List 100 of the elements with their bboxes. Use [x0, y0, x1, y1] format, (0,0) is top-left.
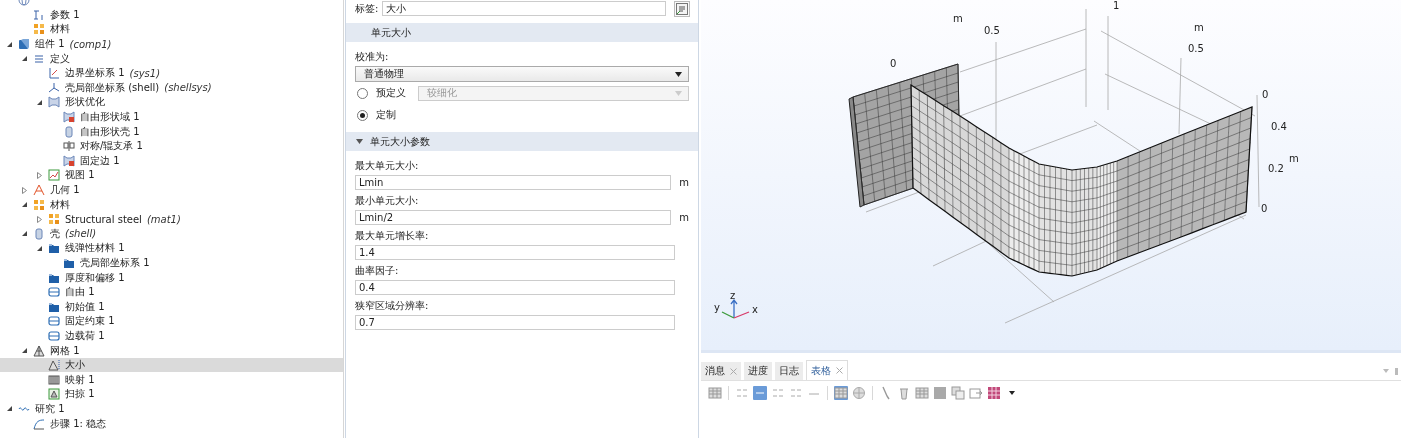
tree-item[interactable]: 自由 1: [0, 284, 343, 300]
close-icon[interactable]: [730, 367, 737, 375]
table-icon[interactable]: [915, 386, 929, 400]
tree-label: 扫掠 1: [65, 387, 95, 402]
tree-item[interactable]: 自由形状域 1: [0, 109, 343, 125]
tree-label: 初始值 1: [65, 299, 105, 314]
tree-item[interactable]: 形状优化: [0, 95, 343, 110]
tree-item[interactable]: 固定约束 1: [0, 314, 343, 329]
notes-button[interactable]: [674, 0, 690, 17]
panel-tab[interactable]: 进度: [744, 362, 772, 380]
tree-item[interactable]: 大小: [0, 357, 343, 373]
number-format-icon[interactable]: [753, 386, 767, 400]
export-icon[interactable]: [969, 386, 983, 400]
expanded-arrow-icon[interactable]: [21, 230, 28, 238]
expanded-arrow-icon[interactable]: [21, 201, 28, 209]
section-header[interactable]: 单元大小: [346, 23, 698, 42]
step-icon: [33, 417, 45, 430]
grid-icon[interactable]: [987, 386, 1001, 400]
tree-item[interactable]: 研究 1: [0, 401, 343, 417]
unit-label: m: [679, 177, 689, 188]
square-icon[interactable]: [933, 386, 947, 400]
tree-label: 固定约束 1: [65, 314, 115, 329]
tree-item[interactable]: 厚度和偏移 1: [0, 270, 343, 285]
tree-item[interactable]: 参数 1: [0, 7, 343, 23]
tree-item[interactable]: 对称/辊支承 1: [0, 138, 343, 154]
tree-item[interactable]: 步骤 1: 稳态: [0, 416, 343, 431]
tree-item[interactable]: 初始值 1: [0, 299, 343, 315]
tree-tag: (mat1): [146, 213, 181, 225]
collapsed-arrow-icon[interactable]: [21, 186, 28, 194]
cylinder-icon: [33, 227, 45, 240]
tree-item[interactable]: 壳局部坐标系 1: [0, 255, 343, 271]
panel-tab[interactable]: 表格: [806, 360, 848, 380]
input-field[interactable]: 0.4: [355, 280, 675, 295]
expanded-arrow-icon[interactable]: [356, 138, 363, 145]
collapsed-arrow-icon[interactable]: [36, 171, 43, 179]
boundary-icon: [48, 329, 60, 342]
tree-item[interactable]: 壳局部坐标系 (shell) (shellsys): [0, 80, 343, 96]
tree-item[interactable]: 组件 1 (comp1): [0, 36, 343, 52]
number-format-icon[interactable]: [771, 386, 785, 400]
tree-item[interactable]: 边载荷 1: [0, 328, 343, 344]
axis-tick-label: m: [1194, 22, 1204, 33]
tree-label: 边界坐标系 1: [65, 66, 125, 81]
expanded-arrow-icon[interactable]: [21, 347, 28, 355]
boundary-icon: [48, 315, 60, 328]
input-field[interactable]: 0.7: [355, 315, 675, 330]
tree-item[interactable]: 壳 (shell): [0, 226, 343, 242]
table-icon[interactable]: [834, 386, 848, 400]
panel-tab[interactable]: 消息: [701, 362, 741, 380]
copy-icon[interactable]: [951, 386, 965, 400]
number-format-icon[interactable]: [789, 386, 803, 400]
axis-triad-icon: [721, 298, 750, 319]
tree-label: 自由形状域 1: [80, 110, 140, 125]
panel-tab[interactable]: 日志: [775, 362, 803, 380]
graphics-view[interactable]: 1 m 0.5 0 m 0.5 0 0.4 m 0.2 0 z y x: [701, 0, 1401, 353]
tree-item[interactable]: 材料: [0, 22, 343, 37]
tree-item[interactable]: 定义: [0, 51, 343, 66]
label-field[interactable]: 大小: [382, 1, 666, 16]
geometry-icon: [33, 184, 45, 196]
globe-icon[interactable]: [852, 386, 866, 400]
section-header[interactable]: 单元大小参数: [346, 132, 698, 151]
tree-item[interactable]: Structural steel (mat1): [0, 211, 343, 227]
expanded-arrow-icon[interactable]: [36, 98, 43, 106]
tree-item[interactable]: 视图 1: [0, 168, 343, 183]
input-field[interactable]: Lmin: [355, 175, 672, 190]
axis-tick-label: 0.5: [984, 25, 1000, 36]
tree-label: 材料: [50, 197, 70, 212]
tree-label: 材料: [50, 22, 70, 37]
number-format-icon[interactable]: [735, 386, 749, 400]
tree-item[interactable]: 网格 1: [0, 343, 343, 358]
trash-icon[interactable]: [897, 386, 911, 400]
tree-item[interactable]: 自由形状壳 1: [0, 124, 343, 139]
tree-item[interactable]: 材料: [0, 197, 343, 212]
close-icon[interactable]: [836, 367, 843, 374]
input-field[interactable]: 1.4: [355, 245, 675, 260]
folder-icon: [63, 257, 75, 269]
calibrate-dropdown[interactable]: 普通物理: [355, 66, 689, 82]
tree-item[interactable]: 线弹性材料 1: [0, 241, 343, 256]
field-label: 曲率因子:: [355, 264, 400, 278]
shape-icon: [48, 96, 60, 109]
collapsed-arrow-icon[interactable]: [36, 215, 43, 223]
expanded-arrow-icon[interactable]: [6, 405, 13, 413]
tree-item[interactable]: 映射 1: [0, 372, 343, 388]
tree-item[interactable]: 固定边 1: [0, 153, 343, 169]
tree-item[interactable]: 几何 1: [0, 182, 343, 198]
expanded-arrow-icon[interactable]: [6, 40, 13, 48]
input-field[interactable]: Lmin/2: [355, 210, 672, 225]
expanded-arrow-icon[interactable]: [36, 244, 43, 252]
axis-letter: y: [714, 302, 720, 313]
tree-tag: (comp1): [69, 38, 112, 50]
tree-label: 线弹性材料 1: [65, 241, 125, 256]
expanded-arrow-icon[interactable]: [21, 55, 28, 63]
tree-label: 自由形状壳 1: [80, 124, 140, 139]
axes-icon: [48, 67, 60, 80]
panel-controls-icon[interactable]: [1382, 367, 1400, 375]
tree-label: 步骤 1: 稳态: [50, 416, 107, 431]
table-icon[interactable]: [708, 386, 722, 400]
field-label: 最小单元大小:: [355, 194, 420, 208]
folder-icon: [48, 242, 60, 255]
tree-item[interactable]: 扫掠 1: [0, 387, 343, 402]
tree-item[interactable]: 边界坐标系 1 (sys1): [0, 65, 343, 81]
